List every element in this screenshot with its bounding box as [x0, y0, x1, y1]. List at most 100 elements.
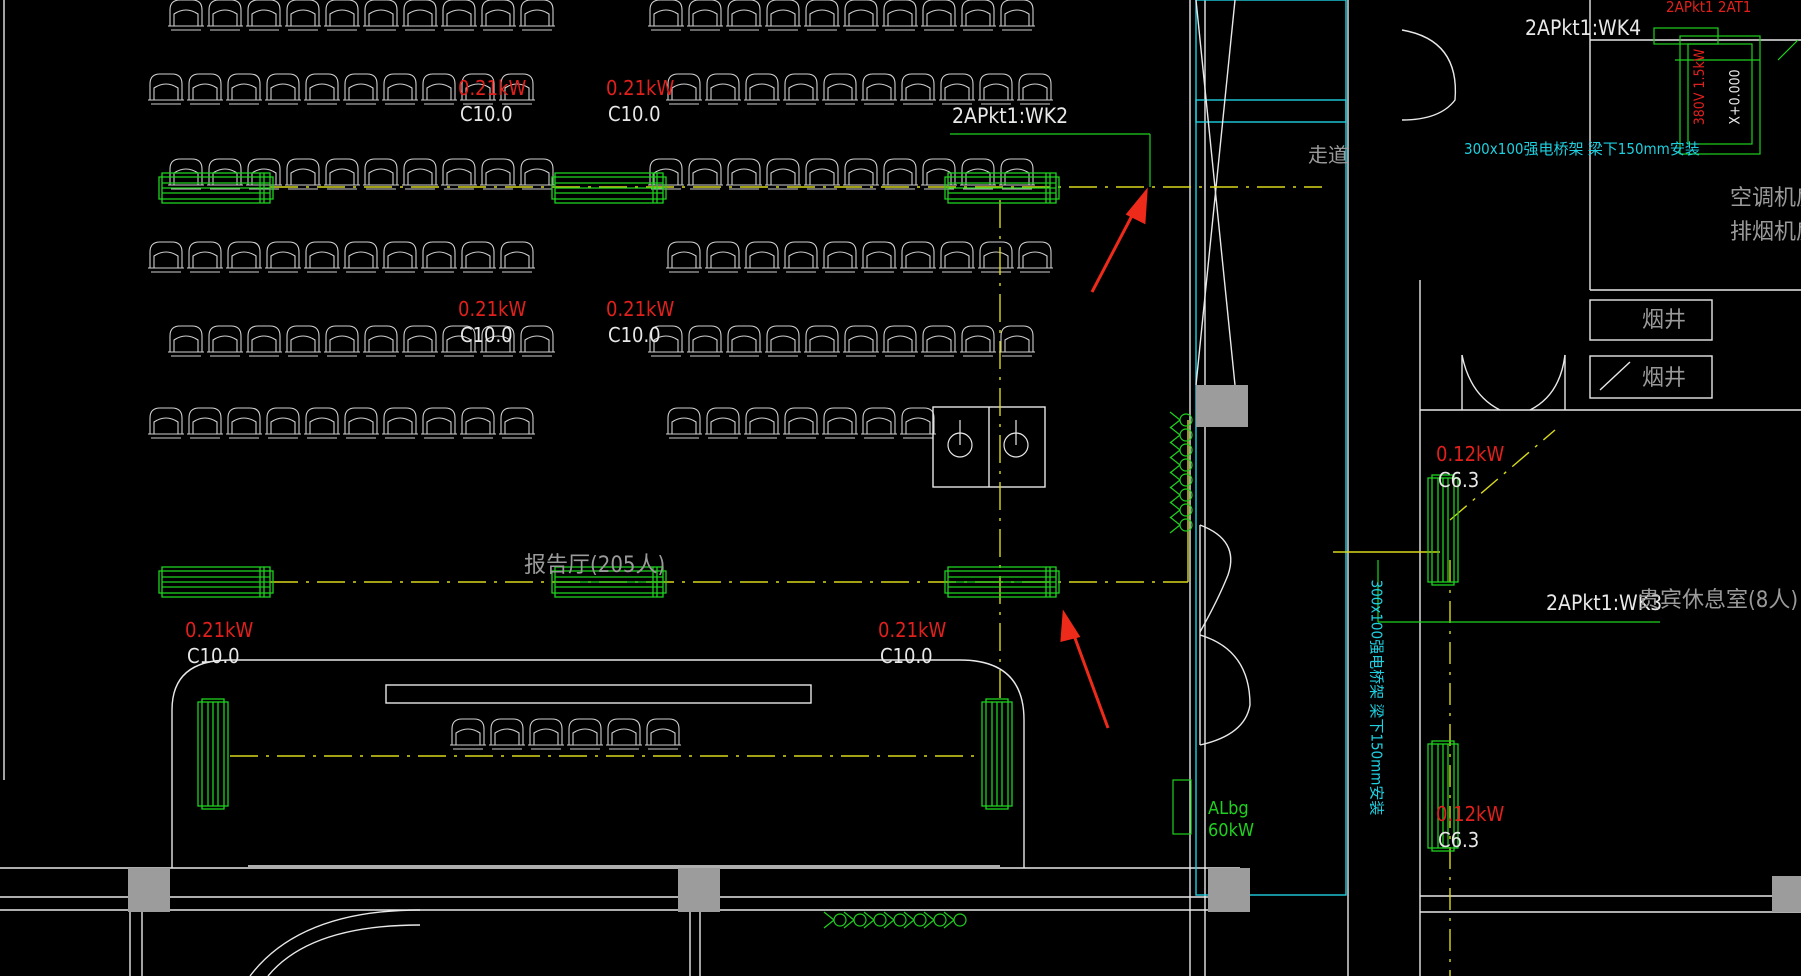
seat: [998, 0, 1036, 31]
seat: [527, 718, 565, 750]
seat: [842, 158, 880, 190]
seat: [186, 241, 224, 273]
seat: [449, 718, 487, 750]
seat: [860, 241, 898, 273]
seat: [420, 241, 458, 273]
panel-name: ALbg: [1208, 798, 1249, 819]
seat: [938, 241, 976, 273]
seat: [401, 325, 439, 357]
load-kw: 0.12kW: [1436, 442, 1505, 466]
seat: [1016, 73, 1054, 105]
load-breaker: C10.0: [460, 102, 513, 126]
seat: [821, 241, 859, 273]
seat: [686, 325, 724, 357]
circuit-label-wk4: 2APkt1:WK4: [1525, 16, 1642, 40]
seat: [381, 407, 419, 439]
seat: [362, 0, 400, 31]
seat: [401, 158, 439, 190]
seat: [147, 241, 185, 273]
seat: [342, 241, 380, 273]
seat: [362, 325, 400, 357]
cable-tray-note-vertical: 300x100强电桥架 梁下150mm安装: [1367, 579, 1386, 816]
seat: [665, 241, 703, 273]
load-breaker: C10.0: [187, 644, 240, 668]
load-breaker: C10.0: [880, 644, 933, 668]
seat: [764, 0, 802, 31]
room-name-smoke-room: 排烟机房: [1730, 220, 1801, 245]
seat: [920, 158, 958, 190]
seat: [821, 407, 859, 439]
seat: [782, 73, 820, 105]
seat: [977, 241, 1015, 273]
seat: [881, 0, 919, 31]
seat: [803, 158, 841, 190]
seat: [881, 325, 919, 357]
seat: [323, 0, 361, 31]
seat: [264, 407, 302, 439]
seat: [704, 73, 742, 105]
seat: [303, 407, 341, 439]
seat: [225, 73, 263, 105]
seat: [225, 241, 263, 273]
room-name-hall: 报告厅(205人): [524, 553, 666, 578]
seat: [518, 0, 556, 31]
panel-power: 60kW: [1208, 820, 1254, 841]
seat: [920, 0, 958, 31]
light-fixture-icon: [943, 911, 967, 929]
seat: [959, 325, 997, 357]
light-fixture-icon: [883, 911, 907, 929]
seat: [743, 73, 781, 105]
seat: [342, 407, 380, 439]
light-fixture-icon: [903, 911, 927, 929]
seat: [488, 718, 526, 750]
fan-coil-units: [158, 172, 1459, 852]
seat: [440, 158, 478, 190]
seat: [479, 0, 517, 31]
load-kw: 0.21kW: [606, 76, 675, 100]
cable-tray-note: 300x100强电桥架 梁下150mm安装: [1464, 140, 1700, 158]
seat: [303, 241, 341, 273]
seat: [498, 407, 536, 439]
seat: [381, 241, 419, 273]
light-fixture-icon: [843, 911, 867, 929]
seat: [264, 241, 302, 273]
load-kw: 0.21kW: [606, 297, 675, 321]
seat: [186, 407, 224, 439]
seat: [743, 407, 781, 439]
seat: [920, 325, 958, 357]
seat: [479, 158, 517, 190]
seat: [459, 407, 497, 439]
light-fixture-icon: [923, 911, 947, 929]
seat: [704, 241, 742, 273]
seat: [686, 158, 724, 190]
light-fixture-icon: [863, 911, 887, 929]
seat: [647, 0, 685, 31]
seat: [342, 73, 380, 105]
columns: [128, 868, 1801, 912]
seat: [743, 241, 781, 273]
load-kw: 0.21kW: [458, 297, 527, 321]
seat: [420, 407, 458, 439]
room-name-corridor: 走道: [1308, 143, 1348, 167]
seat: [899, 241, 937, 273]
seat: [704, 407, 742, 439]
seat: [899, 407, 937, 439]
seat: [899, 73, 937, 105]
seat: [245, 0, 283, 31]
seat: [860, 73, 898, 105]
seat: [167, 325, 205, 357]
seat: [498, 241, 536, 273]
seat: [959, 158, 997, 190]
seat: [225, 407, 263, 439]
seat: [725, 0, 763, 31]
seat: [764, 158, 802, 190]
seat: [842, 325, 880, 357]
seat: [459, 241, 497, 273]
light-fixture-icon: [823, 911, 847, 929]
seat: [977, 73, 1015, 105]
fan-height: X+0.000: [1727, 69, 1744, 125]
seat: [881, 158, 919, 190]
seat: [518, 325, 556, 357]
room-name-smoke-shaft: 烟井: [1642, 366, 1687, 391]
load-kw: 0.21kW: [458, 76, 527, 100]
